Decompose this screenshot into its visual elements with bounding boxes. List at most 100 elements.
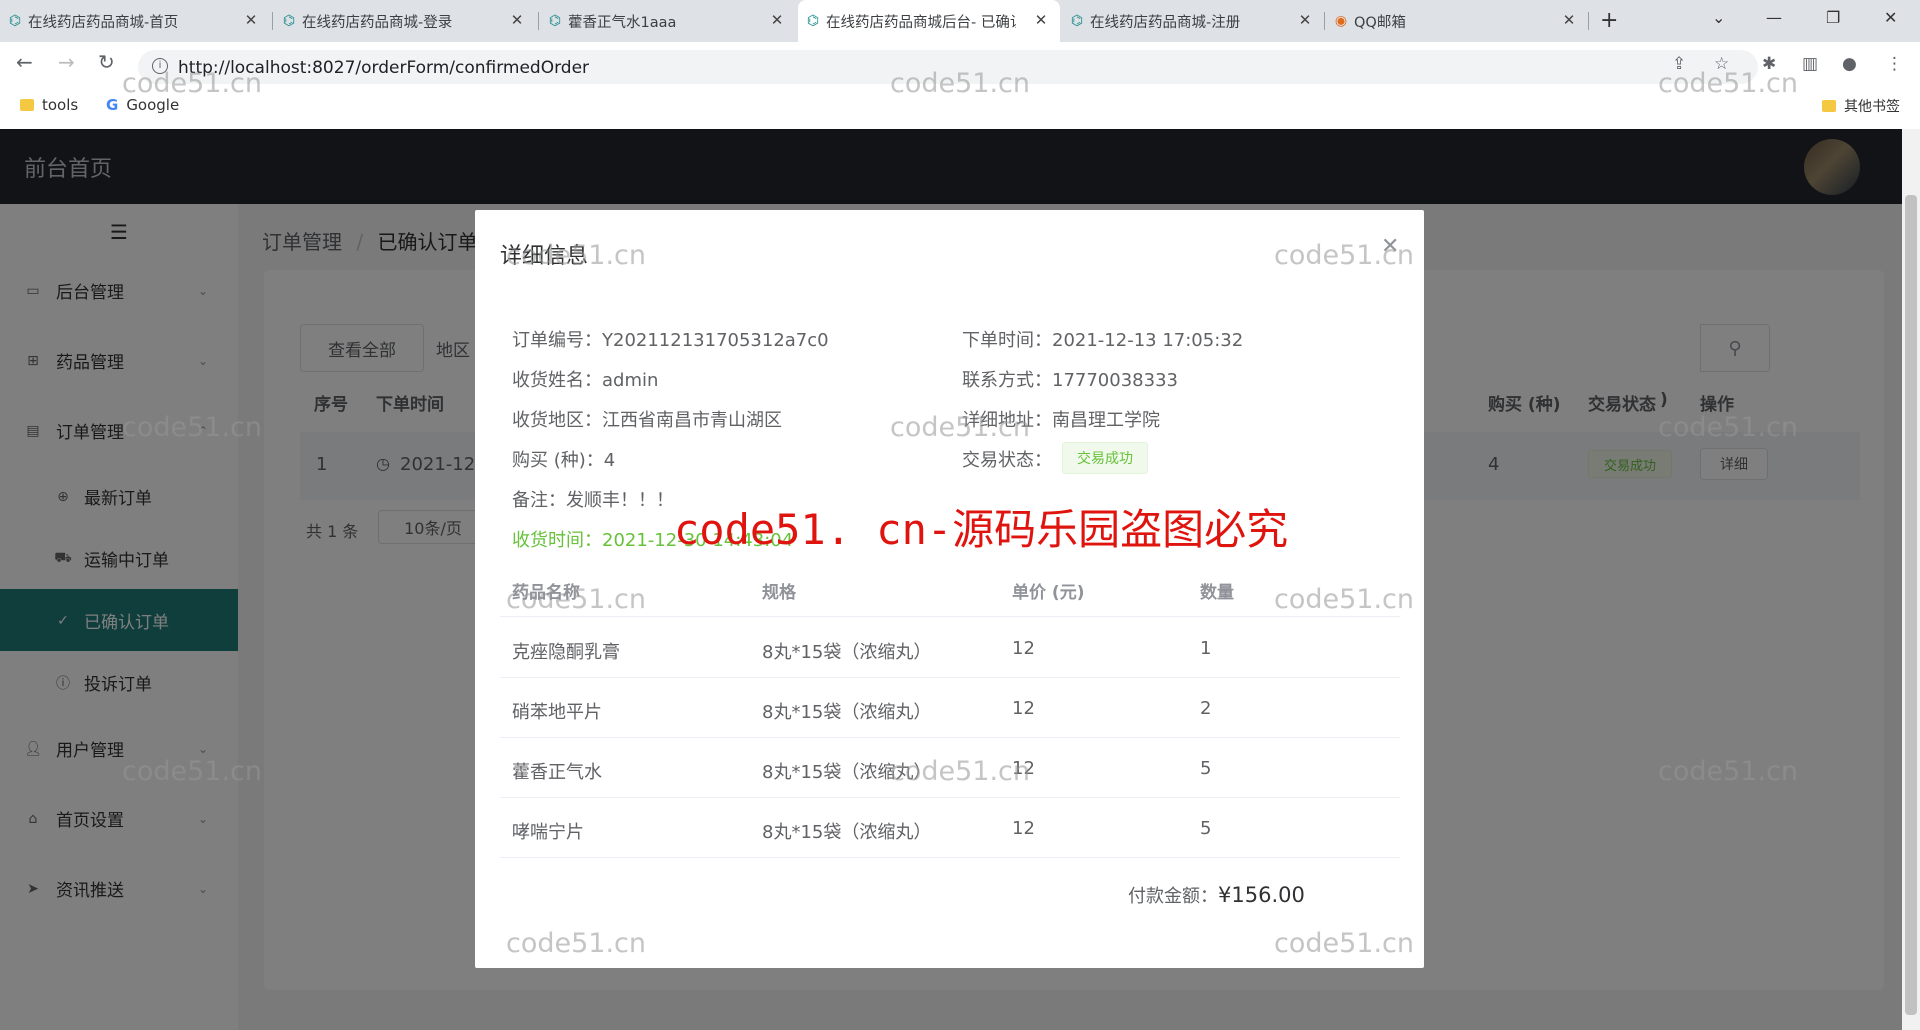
bookmark-other[interactable]: 其他书签	[1822, 96, 1900, 116]
item-qty: 2	[1200, 698, 1212, 719]
scrollbar-thumb[interactable]	[1905, 195, 1917, 1015]
item-spec: 8丸*15袋（浓缩丸）	[762, 702, 932, 723]
tab-title: 在线药店药品商城-首页	[28, 14, 179, 31]
total-label: 付款金额：	[1128, 886, 1218, 907]
field-label: 收货姓名：	[512, 370, 602, 391]
new-tab-icon[interactable]: +	[1600, 8, 1618, 33]
field-value: 南昌理工学院	[1052, 410, 1160, 431]
field-label: 订单编号：	[512, 330, 602, 351]
table-divider	[500, 677, 1400, 678]
field-value: Y202112131705312a7c0	[602, 330, 829, 351]
profile-icon[interactable]: ●	[1842, 54, 1857, 74]
folder-icon	[20, 99, 34, 111]
status-field: 交易状态：	[962, 446, 1052, 472]
remark-field: 备注：发顺丰！！！	[512, 486, 674, 512]
order-number-field: 订单编号：Y202112131705312a7c0	[512, 326, 829, 352]
restore-icon[interactable]: ❐	[1826, 8, 1840, 27]
item-spec: 8丸*15袋（浓缩丸）	[762, 642, 932, 663]
browser-tab[interactable]: ⌬ 在线药店药品商城-注册 ✕	[1062, 0, 1324, 42]
browser-tab[interactable]: ◉ QQ邮箱 ✕	[1326, 0, 1588, 42]
tab-title: 在线药店药品商城-注册	[1090, 14, 1241, 31]
browser-tab-active[interactable]: ⌬ 在线药店药品商城后台- 已确认订单 ✕	[798, 0, 1060, 42]
field-label: 联系方式：	[962, 370, 1052, 391]
item-name: 藿香正气水	[512, 762, 602, 783]
field-value: admin	[602, 370, 659, 391]
field-value: 17770038333	[1052, 370, 1178, 391]
site-favicon-icon: ⌬	[806, 13, 820, 29]
field-label: 交易状态：	[962, 450, 1052, 471]
qq-mail-favicon-icon: ◉	[1334, 13, 1348, 29]
watermark: code51.cn	[1658, 412, 1799, 443]
watermark: code51.cn	[890, 68, 1031, 99]
more-menu-icon[interactable]: ⋮	[1886, 54, 1903, 74]
tab-search-chevron-icon[interactable]: ⌄	[1712, 8, 1725, 27]
site-favicon-icon: ⌬	[548, 13, 562, 29]
forward-arrow-icon[interactable]: →	[58, 50, 75, 74]
folder-icon	[1822, 100, 1836, 112]
browser-tab[interactable]: ⌬ 在线药店药品商城-登录 ✕	[274, 0, 536, 42]
receiver-name-field: 收货姓名：admin	[512, 366, 658, 392]
table-divider	[500, 857, 1400, 858]
back-arrow-icon[interactable]: ←	[16, 50, 33, 74]
phone-field: 联系方式：17770038333	[962, 366, 1178, 392]
bookmark-label: tools	[42, 96, 79, 114]
browser-tab-strip: ⌬ 在线药店药品商城-首页 ✕ ⌬ 在线药店药品商城-登录 ✕ ⌬ 藿香正气水1…	[0, 0, 1920, 42]
watermark: code51.cn	[890, 412, 1031, 443]
tab-close-icon[interactable]: ✕	[1296, 11, 1314, 29]
item-spec: 8丸*15袋（浓缩丸）	[762, 822, 932, 843]
tab-title: QQ邮箱	[1354, 14, 1406, 31]
order-time-field: 下单时间：2021-12-13 17:05:32	[962, 326, 1243, 352]
tab-close-icon[interactable]: ✕	[508, 11, 526, 29]
field-label: 收货时间：	[512, 530, 602, 551]
item-qty: 1	[1200, 638, 1212, 659]
site-favicon-icon: ⌬	[1070, 13, 1084, 29]
reload-icon[interactable]: ↻	[98, 50, 115, 74]
watermark-banner: code51. cn-源码乐园盗图必究	[674, 505, 1289, 554]
bookmark-label: 其他书签	[1844, 99, 1900, 115]
side-panel-icon[interactable]: ▥	[1802, 54, 1818, 74]
tab-title: 在线药店药品商城后台- 已确认订单	[826, 14, 1016, 31]
table-divider	[500, 737, 1400, 738]
tab-title: 在线药店药品商城-登录	[302, 14, 453, 31]
browser-tab[interactable]: ⌬ 藿香正气水1aaa ✕	[540, 0, 796, 42]
payment-total: 付款金额：¥156.00	[1128, 882, 1305, 908]
watermark: code51.cn	[122, 68, 263, 99]
tab-close-icon[interactable]: ✕	[242, 11, 260, 29]
field-label: 收货地区：	[512, 410, 602, 431]
minimize-icon[interactable]: —	[1766, 8, 1782, 27]
site-favicon-icon: ⌬	[282, 13, 296, 29]
bookmark-tools[interactable]: tools	[20, 96, 78, 114]
watermark: code51.cn	[122, 412, 263, 443]
status-badge: 交易成功	[1062, 442, 1148, 474]
column-header-price: 单价 (元)	[1012, 583, 1085, 603]
tab-title: 藿香正气水1aaa	[568, 14, 677, 31]
watermark: code51.cn	[122, 756, 263, 787]
watermark: code51.cn	[1274, 240, 1415, 271]
tab-separator	[1588, 12, 1589, 30]
item-name: 克痤隐酮乳膏	[512, 642, 620, 663]
tab-close-icon[interactable]: ✕	[1032, 11, 1050, 29]
browser-tab[interactable]: ⌬ 在线药店药品商城-首页 ✕	[0, 0, 270, 42]
watermark: code51.cn	[506, 240, 647, 271]
watermark: code51.cn	[1658, 756, 1799, 787]
watermark: code51.cn	[506, 928, 647, 959]
column-header-spec: 规格	[762, 583, 796, 603]
item-price: 12	[1012, 698, 1035, 719]
field-value: 江西省南昌市青山湖区	[602, 410, 782, 431]
tab-close-icon[interactable]: ✕	[768, 11, 786, 29]
item-price: 12	[1012, 818, 1035, 839]
item-qty: 5	[1200, 758, 1212, 779]
watermark: code51.cn	[1274, 584, 1415, 615]
tab-separator	[538, 12, 539, 30]
count-field: 购买 (种)：4	[512, 446, 615, 472]
watermark: code51.cn	[506, 584, 647, 615]
field-value: 发顺丰！！！	[566, 490, 674, 511]
field-value: 2021-12-13 17:05:32	[1052, 330, 1244, 351]
item-name: 哮喘宁片	[512, 822, 584, 843]
region-field: 收货地区：江西省南昌市青山湖区	[512, 406, 782, 432]
page-scrollbar[interactable]	[1902, 129, 1920, 1030]
window-close-icon[interactable]: ✕	[1884, 8, 1897, 27]
tab-close-icon[interactable]: ✕	[1560, 11, 1578, 29]
tab-separator	[272, 12, 273, 30]
field-label: 下单时间：	[962, 330, 1052, 351]
